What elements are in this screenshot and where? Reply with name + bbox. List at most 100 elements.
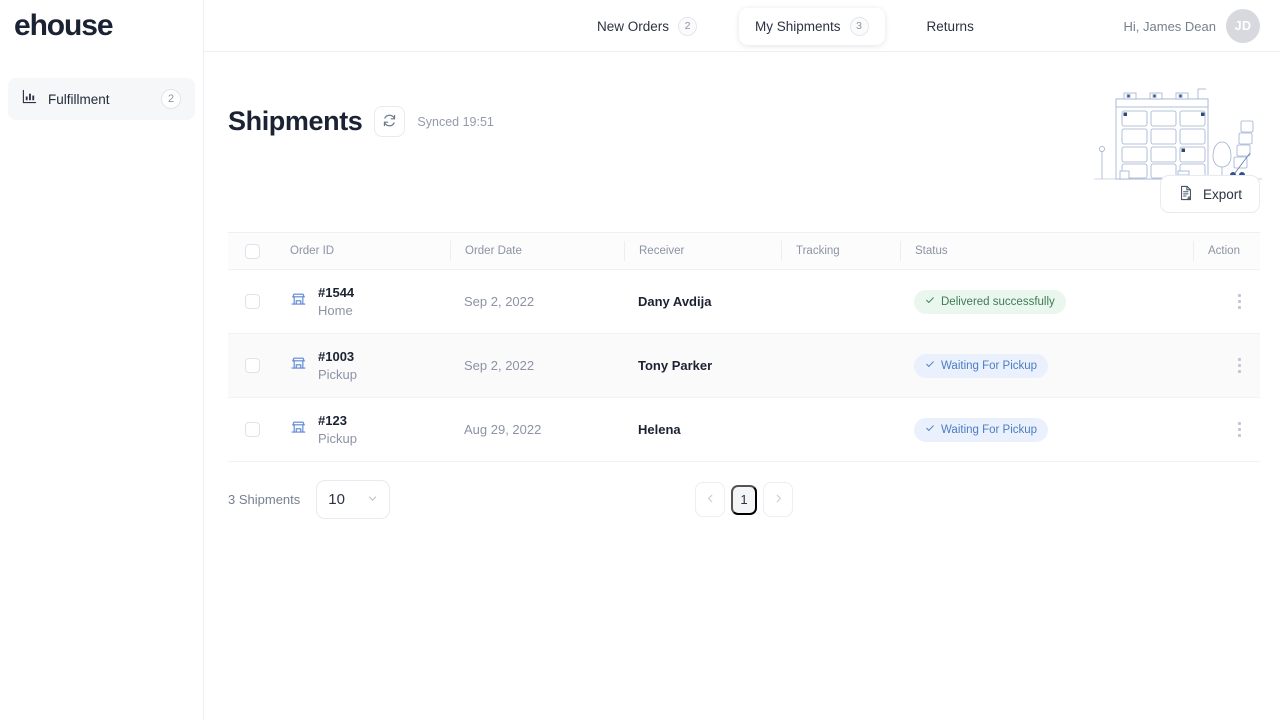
pagination-page-1[interactable]: 1 — [731, 484, 757, 515]
status-text: Waiting For Pickup — [941, 423, 1038, 436]
page-content: Shipments Synced 19:51 Export Order ID O… — [204, 52, 1280, 519]
receiver-text: Dany Avdija — [638, 294, 712, 309]
cell-receiver: Helena — [624, 422, 781, 437]
order-id-text: #123 — [318, 413, 347, 428]
cell-order-date: Sep 2, 2022 — [450, 358, 624, 373]
status-badge: Waiting For Pickup — [914, 417, 1049, 442]
refresh-button[interactable] — [374, 106, 406, 137]
page-title-row: Shipments Synced 19:51 — [228, 52, 1260, 137]
per-page-value: 10 — [328, 491, 345, 508]
pagination-prev-button[interactable] — [695, 482, 725, 517]
column-header-action[interactable]: Action — [1193, 241, 1280, 261]
row-select-cell — [228, 294, 276, 309]
main-area: New Orders 2 My Shipments 3 Returns Hi, … — [204, 0, 1280, 720]
cell-order-id: #1003 Pickup — [276, 349, 450, 382]
order-date-text: Aug 29, 2022 — [464, 422, 542, 437]
tab-my-shipments[interactable]: My Shipments 3 — [739, 7, 885, 45]
sidebar-item-badge: 2 — [161, 89, 181, 109]
page-title: Shipments — [228, 106, 363, 136]
chevron-left-icon — [705, 492, 716, 507]
shipments-count: 3 Shipments — [228, 492, 301, 507]
sidebar: ehouse Fulfillment 2 — [0, 0, 204, 720]
store-delivery-icon — [290, 291, 307, 313]
row-actions-menu-icon[interactable] — [1227, 418, 1251, 442]
row-checkbox[interactable] — [244, 422, 260, 437]
tab-label: My Shipments — [755, 18, 841, 34]
sidebar-nav: Fulfillment 2 — [0, 52, 203, 120]
receiver-text: Tony Parker — [638, 358, 713, 373]
column-header-receiver[interactable]: Receiver — [624, 241, 781, 261]
status-badge: Waiting For Pickup — [914, 353, 1049, 378]
select-all-checkbox[interactable] — [244, 243, 260, 259]
user-greeting: Hi, James Dean — [1123, 18, 1216, 34]
cell-status: Waiting For Pickup — [900, 417, 1193, 442]
order-id-text: #1544 — [318, 285, 355, 300]
order-date-text: Sep 2, 2022 — [464, 294, 535, 309]
cell-receiver: Dany Avdija — [624, 294, 781, 309]
cell-action — [1193, 418, 1280, 442]
export-label: Export — [1202, 186, 1242, 202]
cell-receiver: Tony Parker — [624, 358, 781, 373]
bar-chart-icon — [22, 89, 37, 109]
tab-label: New Orders — [597, 18, 670, 34]
document-export-icon — [1178, 185, 1194, 204]
table-toolbar: Export — [228, 175, 1260, 213]
status-badge: Delivered successfully — [914, 289, 1066, 314]
pagination: 1 — [695, 482, 793, 517]
check-icon — [925, 423, 935, 436]
column-header-tracking[interactable]: Tracking — [781, 241, 900, 261]
row-select-cell — [228, 422, 276, 437]
cell-order-id: #123 Pickup — [276, 413, 450, 446]
table-footer: 3 Shipments 10 1 — [228, 480, 1260, 519]
sync-status-text: Synced 19:51 — [417, 114, 494, 129]
avatar: JD — [1226, 9, 1260, 43]
cell-order-date: Sep 2, 2022 — [450, 294, 624, 309]
order-type-text: Home — [318, 303, 353, 318]
row-checkbox[interactable] — [244, 294, 260, 309]
column-header-status[interactable]: Status — [900, 241, 1193, 261]
sidebar-item-fulfillment[interactable]: Fulfillment 2 — [8, 78, 195, 120]
order-id-text: #1003 — [318, 349, 355, 364]
cell-order-id: #1544 Home — [276, 285, 450, 318]
cell-order-date: Aug 29, 2022 — [450, 422, 624, 437]
order-date-text: Sep 2, 2022 — [464, 358, 535, 373]
tab-new-orders[interactable]: New Orders 2 — [581, 8, 713, 45]
receiver-text: Helena — [638, 422, 681, 437]
cell-status: Waiting For Pickup — [900, 353, 1193, 378]
top-navigation: New Orders 2 My Shipments 3 Returns — [581, 0, 990, 52]
row-actions-menu-icon[interactable] — [1227, 354, 1251, 378]
row-select-cell — [228, 358, 276, 373]
cell-action — [1193, 290, 1280, 314]
select-all-cell — [228, 243, 276, 259]
cell-action — [1193, 354, 1280, 378]
store-delivery-icon — [290, 419, 307, 441]
tab-badge: 3 — [849, 16, 869, 36]
row-checkbox[interactable] — [244, 358, 260, 373]
table-row[interactable]: #1003 Pickup Sep 2, 2022 Tony Parker Wai… — [228, 334, 1260, 398]
refresh-icon — [382, 113, 397, 131]
tab-returns[interactable]: Returns — [911, 10, 990, 43]
chevron-down-icon — [367, 491, 378, 509]
export-button[interactable]: Export — [1159, 175, 1260, 213]
check-icon — [925, 295, 935, 308]
brand-logo[interactable]: ehouse — [0, 0, 203, 52]
chevron-right-icon — [773, 492, 784, 507]
order-type-text: Pickup — [318, 367, 358, 382]
status-text: Delivered successfully — [941, 295, 1055, 308]
sidebar-item-label: Fulfillment — [48, 91, 110, 107]
table-row[interactable]: #123 Pickup Aug 29, 2022 Helena Waiting … — [228, 398, 1260, 462]
order-type-text: Pickup — [318, 431, 358, 446]
per-page-select[interactable]: 10 — [316, 480, 391, 519]
tab-badge: 2 — [678, 16, 698, 36]
shipments-table: Order ID Order Date Receiver Tracking St… — [228, 232, 1260, 462]
top-header: New Orders 2 My Shipments 3 Returns Hi, … — [204, 0, 1280, 52]
row-actions-menu-icon[interactable] — [1227, 290, 1251, 314]
status-text: Waiting For Pickup — [941, 359, 1038, 372]
column-header-order-id[interactable]: Order ID — [276, 241, 450, 261]
pagination-next-button[interactable] — [763, 482, 793, 517]
user-menu[interactable]: Hi, James Dean JD — [1124, 0, 1260, 52]
column-header-order-date[interactable]: Order Date — [450, 241, 624, 261]
brand-name: ehouse — [14, 9, 114, 42]
cell-status: Delivered successfully — [900, 289, 1193, 314]
table-row[interactable]: #1544 Home Sep 2, 2022 Dany Avdija Deliv… — [228, 270, 1260, 334]
